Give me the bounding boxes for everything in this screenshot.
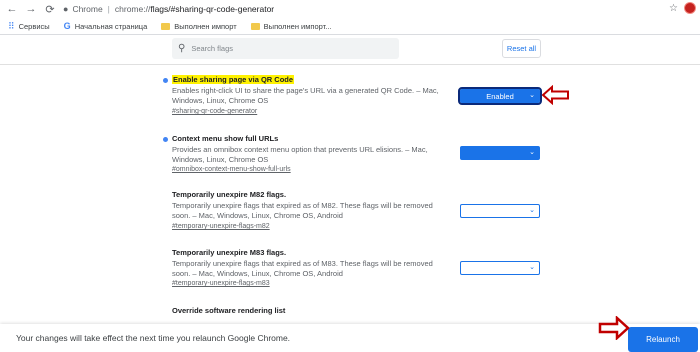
url-text: chrome://flags/#sharing-qr-code-generato… — [114, 4, 275, 14]
bookmark-home-page[interactable]: G Начальная страница — [64, 21, 148, 31]
flag-anchor-link[interactable]: #temporary-unexpire-flags-m82 — [172, 223, 270, 230]
reset-all-button[interactable]: Reset all — [502, 39, 541, 58]
flag-title: Enable sharing page via QR Code — [172, 75, 295, 84]
folder-icon — [161, 22, 171, 30]
address-separator: | — [107, 4, 110, 14]
flag-state-select[interactable]: ⌄ — [460, 204, 540, 218]
modified-indicator-dot — [163, 137, 168, 142]
flag-title: Context menu show full URLs — [172, 134, 279, 143]
folder-icon — [250, 22, 260, 30]
modified-indicator-dot — [163, 78, 168, 83]
flag-anchor-link[interactable]: #omnibox-context-menu-show-full-urls — [172, 166, 291, 173]
header-divider — [0, 64, 700, 65]
chrome-site-icon: ● — [63, 4, 69, 14]
flag-description: Temporarily unexpire flags that expired … — [172, 201, 433, 220]
annotation-arrow-left-icon — [542, 85, 569, 105]
flag-state-select[interactable]: Enabled ⌄ — [458, 87, 542, 105]
bookmark-label: Выполнен импорт — [174, 21, 237, 31]
flag-anchor-link[interactable]: #sharing-qr-code-generator — [172, 108, 257, 115]
select-value: Enabled — [486, 91, 514, 101]
search-placeholder: Search flags — [191, 44, 234, 53]
bookmark-imported-1[interactable]: Выполнен импорт — [161, 21, 237, 31]
back-icon[interactable]: ← — [5, 2, 19, 16]
flag-description: Enables right-click UI to share the page… — [172, 86, 439, 105]
flag-title: Temporarily unexpire M82 flags. — [172, 190, 287, 199]
flag-title: Override software rendering list — [172, 306, 286, 315]
chevron-down-icon: ⌄ — [529, 207, 535, 214]
annotation-arrow-right-icon — [598, 316, 630, 340]
flag-description: Provides an omnibox context menu option … — [172, 145, 428, 164]
google-icon: G — [63, 21, 71, 31]
bookmark-label: Начальная страница — [74, 21, 148, 31]
flag-title: Temporarily unexpire M83 flags. — [172, 248, 287, 257]
flags-header: ⚲ Search flags Reset all — [0, 35, 700, 65]
relaunch-bar: Your changes will take effect the next t… — [0, 324, 700, 352]
profile-avatar[interactable] — [684, 2, 696, 14]
browser-toolbar: ← → ⟳ ● Chrome | chrome://flags/#sharing… — [0, 0, 700, 18]
chevron-down-icon: ⌄ — [529, 92, 535, 99]
forward-icon[interactable]: → — [24, 2, 38, 16]
relaunch-message: Your changes will take effect the next t… — [16, 333, 291, 343]
flag-state-select[interactable]: ⌄ — [460, 146, 540, 160]
bookmark-label: Выполнен импорт... — [263, 21, 332, 31]
address-bar[interactable]: ● Chrome | chrome://flags/#sharing-qr-co… — [63, 1, 274, 17]
bookmark-star-icon[interactable]: ☆ — [669, 3, 678, 14]
search-flags-input[interactable]: ⚲ Search flags — [172, 38, 399, 59]
apps-grid-icon: ⠿ — [8, 20, 15, 31]
flag-state-select[interactable]: ⌄ — [460, 261, 540, 275]
bookmark-apps[interactable]: ⠿ Сервисы — [8, 21, 50, 32]
relaunch-button[interactable]: Relaunch — [628, 327, 698, 352]
bookmark-imported-2[interactable]: Выполнен импорт... — [250, 21, 332, 31]
bookmarks-bar: ⠿ Сервисы G Начальная страница Выполнен … — [0, 18, 700, 35]
bookmark-label: Сервисы — [18, 21, 50, 31]
chevron-down-icon: ⌄ — [529, 149, 535, 156]
site-name: Chrome — [72, 4, 103, 14]
reload-icon[interactable]: ⟳ — [43, 2, 57, 16]
chevron-down-icon: ⌄ — [529, 264, 535, 271]
search-icon: ⚲ — [178, 43, 186, 54]
flag-anchor-link[interactable]: #temporary-unexpire-flags-m83 — [172, 280, 270, 287]
flag-description: Temporarily unexpire flags that expired … — [172, 259, 433, 278]
